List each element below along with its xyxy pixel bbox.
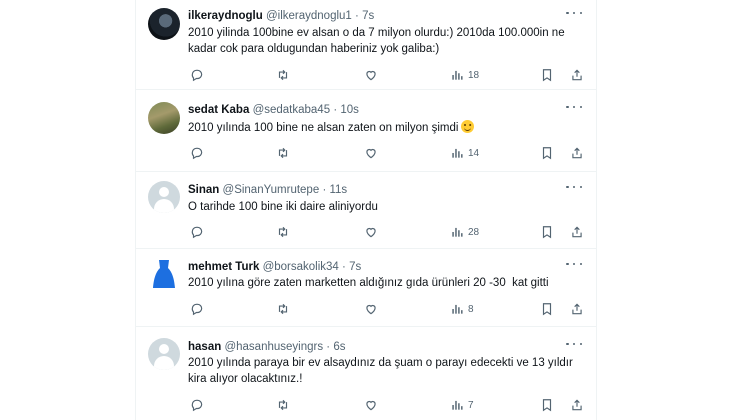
tweet-text-content: 2010 yılında 100 bine ne alsan zaten on … xyxy=(188,122,459,134)
retweet-icon[interactable] xyxy=(276,301,290,317)
display-name[interactable]: mehmet Turk xyxy=(188,261,259,273)
tweet[interactable]: sedat Kaba @sedatkaba45 · 10s 2010 yılın… xyxy=(136,90,596,172)
tweet-text: O tarihde 100 bine iki daire aliniyordu xyxy=(188,201,378,213)
like-icon[interactable] xyxy=(364,145,378,161)
separator-dot: · xyxy=(355,10,359,22)
bookmark-icon[interactable] xyxy=(540,397,554,413)
views-icon xyxy=(452,148,463,158)
views-count: 8 xyxy=(468,303,474,315)
bookmark-icon[interactable] xyxy=(540,224,554,240)
bookmark-icon[interactable] xyxy=(540,145,554,161)
action-bar: 14 xyxy=(186,145,586,161)
display-name[interactable]: hasan xyxy=(188,341,221,353)
share-icon[interactable] xyxy=(570,67,584,83)
retweet-icon[interactable] xyxy=(276,224,290,240)
timestamp[interactable]: 10s xyxy=(340,104,359,116)
separator-dot: · xyxy=(326,341,331,353)
avatar[interactable] xyxy=(148,8,180,40)
share-icon[interactable] xyxy=(570,145,584,161)
timestamp[interactable]: 11s xyxy=(329,184,347,196)
bookmark-icon[interactable] xyxy=(540,301,554,317)
tweet[interactable]: mehmet Turk @borsakolik34 · 7s 2010 yılı… xyxy=(136,249,596,327)
reply-icon[interactable] xyxy=(190,67,204,83)
reply-feed: ilkeraydnoglu @ilkeraydnoglu1 · 7s 2010 … xyxy=(135,0,597,420)
action-bar: 7 xyxy=(186,397,586,413)
action-bar: 8 xyxy=(186,301,586,317)
tweet-header: sedat Kaba @sedatkaba45 · 10s xyxy=(188,103,586,117)
display-name[interactable]: sedat Kaba xyxy=(188,104,249,116)
tweet[interactable]: hasan @hasanhuseyingrs · 6s 2010 yılında… xyxy=(136,327,596,420)
default-avatar[interactable] xyxy=(148,181,180,213)
separator-dot: · xyxy=(342,261,346,273)
views-count: 7 xyxy=(468,399,474,411)
reply-icon[interactable] xyxy=(190,301,204,317)
display-name[interactable]: Sinan xyxy=(188,184,219,196)
more-icon[interactable] xyxy=(566,101,582,113)
like-icon[interactable] xyxy=(364,67,378,83)
reply-icon[interactable] xyxy=(190,145,204,161)
user-handle[interactable]: @hasanhuseyingrs xyxy=(224,341,323,353)
timestamp[interactable]: 7s xyxy=(349,261,361,273)
separator-dot: · xyxy=(333,104,338,116)
timestamp[interactable]: 7s xyxy=(362,10,374,22)
tweet-header: ilkeraydnoglu @ilkeraydnoglu1 · 7s xyxy=(188,9,586,23)
user-handle[interactable]: @ilkeraydnoglu1 xyxy=(266,10,352,22)
tweet-text: 2010 yilinda 100bine ev alsan o da 7 mil… xyxy=(188,27,565,55)
views-icon xyxy=(452,400,463,410)
like-icon[interactable] xyxy=(364,224,378,240)
tweet[interactable]: ilkeraydnoglu @ilkeraydnoglu1 · 7s 2010 … xyxy=(136,0,596,90)
timestamp[interactable]: 6s xyxy=(333,341,345,353)
tweet-text: 2010 yılında paraya bir ev alsaydınız da… xyxy=(188,357,573,385)
views-icon xyxy=(452,70,463,80)
views-button[interactable]: 28 xyxy=(450,224,479,240)
tweet-text: 2010 yılında 100 bine ne alsan zaten on … xyxy=(188,120,578,136)
user-handle[interactable]: @sedatkaba45 xyxy=(253,104,331,116)
more-icon[interactable] xyxy=(566,7,582,19)
share-icon[interactable] xyxy=(570,397,584,413)
tweet-header: hasan @hasanhuseyingrs · 6s xyxy=(188,340,586,354)
share-icon[interactable] xyxy=(570,301,584,317)
views-button[interactable]: 7 xyxy=(450,397,474,413)
action-bar: 28 xyxy=(186,224,586,240)
like-icon[interactable] xyxy=(364,397,378,413)
user-handle[interactable]: @SinanYumrutepe xyxy=(223,184,320,196)
retweet-icon[interactable] xyxy=(276,145,290,161)
tweet-header: Sinan @SinanYumrutepe · 11s xyxy=(188,183,586,197)
like-icon[interactable] xyxy=(364,301,378,317)
views-button[interactable]: 18 xyxy=(450,67,479,83)
tweet-header: mehmet Turk @borsakolik34 · 7s xyxy=(188,260,586,274)
views-icon xyxy=(452,304,463,314)
share-icon[interactable] xyxy=(570,224,584,240)
action-bar: 18 xyxy=(186,67,586,83)
user-handle[interactable]: @borsakolik34 xyxy=(263,261,339,273)
avatar[interactable] xyxy=(150,258,178,292)
views-button[interactable]: 8 xyxy=(450,301,474,317)
default-avatar[interactable] xyxy=(148,338,180,370)
reply-icon[interactable] xyxy=(190,224,204,240)
tweet-text: 2010 yılına göre zaten marketten aldığın… xyxy=(188,277,549,289)
display-name[interactable]: ilkeraydnoglu xyxy=(188,10,263,22)
tweet[interactable]: Sinan @SinanYumrutepe · 11s O tarihde 10… xyxy=(136,172,596,249)
views-count: 18 xyxy=(468,69,480,81)
views-button[interactable]: 14 xyxy=(450,145,479,161)
retweet-icon[interactable] xyxy=(276,397,290,413)
reply-icon[interactable] xyxy=(190,397,204,413)
separator-dot: · xyxy=(322,184,327,196)
more-icon[interactable] xyxy=(566,338,582,350)
more-icon[interactable] xyxy=(566,181,582,193)
avatar[interactable] xyxy=(148,102,180,134)
views-count: 28 xyxy=(468,226,480,238)
bookmark-icon[interactable] xyxy=(540,67,554,83)
retweet-icon[interactable] xyxy=(276,67,290,83)
views-icon xyxy=(452,227,463,237)
grinning-face-emoji-icon xyxy=(461,120,475,133)
views-count: 14 xyxy=(468,147,480,159)
more-icon[interactable] xyxy=(566,258,582,270)
